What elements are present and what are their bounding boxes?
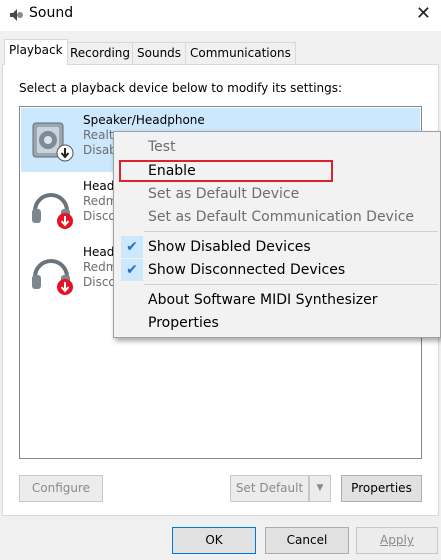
title-bar: Sound ✕ xyxy=(0,0,441,31)
speaker-icon xyxy=(32,122,74,162)
menu-item-set-default[interactable]: Set as Default Device xyxy=(116,183,440,205)
menu-item-show-disconnected[interactable]: ✔ Show Disconnected Devices xyxy=(116,259,440,281)
apply-button[interactable]: Apply xyxy=(356,527,438,554)
properties-button[interactable]: Properties xyxy=(341,475,422,502)
menu-item-label: Show Disconnected Devices xyxy=(148,262,346,278)
device-status: Disco xyxy=(83,209,116,223)
sound-icon xyxy=(10,9,23,21)
menu-separator xyxy=(144,231,438,232)
tab-communications[interactable]: Communications xyxy=(185,42,296,64)
device-name: Speaker/Headphone xyxy=(83,113,205,127)
tab-sounds[interactable]: Sounds xyxy=(132,42,187,64)
menu-item-set-default-communication[interactable]: Set as Default Communication Device xyxy=(116,206,440,228)
device-status: Disco xyxy=(83,275,116,289)
tab-playback[interactable]: Playback xyxy=(4,39,68,65)
device-status: Disab xyxy=(83,143,117,157)
menu-separator xyxy=(144,284,438,285)
menu-item-about-midi[interactable]: About Software MIDI Synthesizer xyxy=(116,289,440,311)
window-title: Sound xyxy=(29,5,74,21)
headphones-icon xyxy=(32,193,73,229)
checkmark-icon: ✔ xyxy=(121,259,143,281)
set-default-dropdown[interactable]: ▼ xyxy=(309,475,331,502)
device-driver: Realt xyxy=(83,128,114,142)
instructions-text: Select a playback device below to modify… xyxy=(19,81,343,95)
context-menu: Test Enable Set as Default Device Set as… xyxy=(113,131,441,338)
cancel-button[interactable]: Cancel xyxy=(265,527,349,554)
close-icon[interactable]: ✕ xyxy=(416,3,431,24)
configure-button[interactable]: Configure xyxy=(19,475,103,502)
menu-item-enable[interactable]: Enable xyxy=(116,160,440,182)
device-name: Head xyxy=(83,245,115,259)
checkmark-icon: ✔ xyxy=(121,236,143,258)
chevron-down-icon: ▼ xyxy=(316,483,324,493)
menu-item-show-disabled[interactable]: ✔ Show Disabled Devices xyxy=(116,236,440,258)
menu-item-test[interactable]: Test xyxy=(116,136,440,158)
tab-recording[interactable]: Recording xyxy=(65,42,136,64)
ok-button[interactable]: OK xyxy=(172,527,256,554)
annotation-highlight-box xyxy=(119,160,333,182)
device-name: Head xyxy=(83,179,115,193)
menu-item-label: Show Disabled Devices xyxy=(148,239,311,255)
menu-item-properties[interactable]: Properties xyxy=(116,312,440,334)
headphones-icon xyxy=(32,259,73,295)
set-default-button[interactable]: Set Default xyxy=(230,475,309,502)
